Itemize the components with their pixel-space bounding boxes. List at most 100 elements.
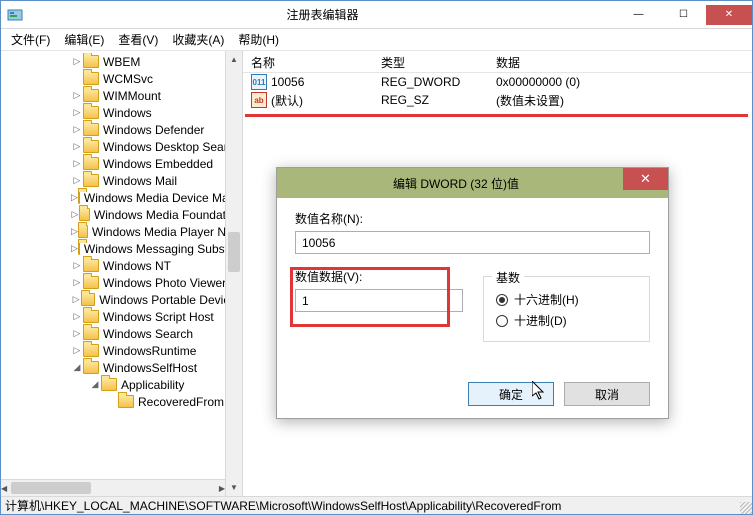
tree-label: Windows Defender [103, 123, 204, 137]
scroll-up-icon[interactable]: ▲ [226, 51, 242, 68]
folder-icon [83, 89, 99, 102]
tree-label: WindowsRuntime [103, 344, 196, 358]
tree-item[interactable]: ▷Windows Photo Viewer [1, 274, 242, 291]
expander-icon[interactable]: ◢ [89, 379, 101, 390]
radio-dec[interactable]: 十进制(D) [496, 312, 637, 329]
maximize-button[interactable]: ☐ [661, 5, 706, 25]
folder-icon [83, 327, 99, 340]
folder-icon [83, 259, 99, 272]
expander-icon[interactable]: ▷ [71, 107, 83, 118]
expander-icon[interactable]: ▷ [71, 209, 79, 220]
tree-item[interactable]: ▷Windows Media Foundation [1, 206, 242, 223]
value-data: (数值未设置) [488, 92, 752, 109]
expander-icon[interactable]: ▷ [71, 345, 83, 356]
expander-icon[interactable]: ▷ [71, 141, 83, 152]
expander-icon[interactable]: ▷ [71, 294, 81, 305]
tree-item[interactable]: ◢Applicability [1, 376, 242, 393]
folder-icon [78, 191, 80, 204]
folder-icon [83, 174, 99, 187]
value-data-input[interactable] [295, 289, 463, 312]
expander-icon[interactable]: ▷ [71, 226, 78, 237]
tree-item[interactable]: ◢WindowsSelfHost [1, 359, 242, 376]
expander-icon[interactable]: ▷ [71, 175, 83, 186]
folder-icon [118, 395, 134, 408]
expander-icon[interactable]: ▷ [71, 56, 83, 67]
tree-item[interactable]: ▷ Windows Defender [1, 121, 242, 138]
tree-label: Windows Desktop Search [103, 140, 240, 154]
base-groupbox: 基数 十六进制(H) 十进制(D) [483, 276, 650, 342]
radio-dec-icon[interactable] [496, 315, 508, 327]
value-type: REG_SZ [373, 93, 488, 107]
tree-item[interactable]: WCMSvc [1, 70, 242, 87]
registry-tree[interactable]: ▷WBEMWCMSvc▷WIMMount▷Windows▷Windows Def… [1, 51, 243, 496]
minimize-button[interactable]: — [616, 5, 661, 25]
tree-label: Windows Search [103, 327, 193, 341]
tree-item[interactable]: ▷Windows Embedded [1, 155, 242, 172]
col-data[interactable]: 数据 [488, 51, 752, 72]
expander-icon[interactable]: ▷ [71, 124, 83, 135]
tree-item[interactable]: ▷ Windows Script Host [1, 308, 242, 325]
expander-icon[interactable]: ▷ [71, 311, 83, 322]
menu-file[interactable]: 文件(F) [5, 29, 56, 50]
list-row[interactable]: 01110056REG_DWORD0x00000000 (0) [243, 73, 752, 91]
radio-hex[interactable]: 十六进制(H) [496, 291, 637, 308]
tree-item[interactable]: ▷ WIMMount [1, 87, 242, 104]
tree-item[interactable]: ▷Windows Mail [1, 172, 242, 189]
col-name[interactable]: 名称 [243, 51, 373, 72]
menu-edit[interactable]: 编辑(E) [58, 29, 110, 50]
expander-icon[interactable]: ▷ [71, 260, 83, 271]
value-name: (默认) [271, 92, 303, 109]
expander-icon[interactable]: ▷ [71, 277, 83, 288]
expander-icon[interactable]: ▷ [71, 158, 83, 169]
string-icon: ab [251, 92, 267, 108]
dialog-close-button[interactable]: ✕ [623, 168, 668, 190]
tree-item[interactable]: ▷Windows Media Device Manager [1, 189, 242, 206]
cancel-button[interactable]: 取消 [564, 382, 650, 406]
tree-item[interactable]: ▷ Windows Portable Devices [1, 291, 242, 308]
tree-label: WIMMount [103, 89, 161, 103]
tree-item[interactable]: RecoveredFrom [1, 393, 242, 410]
menu-favorites[interactable]: 收藏夹(A) [166, 29, 230, 50]
menu-view[interactable]: 查看(V) [112, 29, 164, 50]
scroll-thumb[interactable] [228, 232, 240, 272]
tree-item[interactable]: ▷Windows Media Player NSS [1, 223, 242, 240]
tree-item[interactable]: ▷Windows NT [1, 257, 242, 274]
scroll-right-icon[interactable]: ▶ [219, 480, 225, 496]
dialog-titlebar[interactable]: 编辑 DWORD (32 位)值 ✕ [277, 168, 668, 198]
expander-icon[interactable]: ▷ [71, 243, 78, 254]
tree-item[interactable]: ▷ WindowsRuntime [1, 342, 242, 359]
list-header[interactable]: 名称 类型 数据 [243, 51, 752, 73]
expander-icon[interactable]: ▷ [71, 90, 83, 101]
menu-help[interactable]: 帮助(H) [232, 29, 285, 50]
col-type[interactable]: 类型 [373, 51, 488, 72]
tree-hscrollbar[interactable]: ◀ ▶ [1, 479, 225, 496]
folder-icon [83, 55, 99, 68]
scroll-down-icon[interactable]: ▼ [226, 479, 242, 496]
tree-vscrollbar[interactable]: ▲ ▼ [225, 51, 242, 496]
resize-grip[interactable] [740, 502, 752, 514]
statusbar: 计算机\HKEY_LOCAL_MACHINE\SOFTWARE\Microsof… [1, 496, 752, 514]
tree-label: WBEM [103, 55, 140, 69]
tree-item[interactable]: ▷ Windows Desktop Search [1, 138, 242, 155]
tree-label: Windows Script Host [103, 310, 214, 324]
close-button[interactable]: ✕ [706, 5, 752, 25]
expander-icon[interactable]: ▷ [71, 328, 83, 339]
expander-icon[interactable]: ▷ [71, 192, 78, 203]
list-row[interactable]: ab(默认) REG_SZ(数值未设置) [243, 91, 752, 109]
expander-icon[interactable]: ◢ [71, 362, 83, 373]
tree-item[interactable]: ▷ Windows Search [1, 325, 242, 342]
dword-icon: 011 [251, 74, 267, 90]
value-name-input[interactable] [295, 231, 650, 254]
highlight-underline [245, 114, 748, 117]
titlebar[interactable]: 注册表编辑器 — ☐ ✕ [1, 1, 752, 29]
tree-item[interactable]: ▷Windows Messaging Subsystem [1, 240, 242, 257]
tree-label: Windows Portable Devices [99, 293, 242, 307]
folder-icon [83, 361, 99, 374]
tree-item[interactable]: ▷Windows [1, 104, 242, 121]
menubar: 文件(F) 编辑(E) 查看(V) 收藏夹(A) 帮助(H) [1, 29, 752, 51]
radio-hex-icon[interactable] [496, 294, 508, 306]
ok-button[interactable]: 确定 [468, 382, 554, 406]
tree-item[interactable]: ▷ WBEM [1, 53, 242, 70]
regedit-icon [7, 7, 23, 23]
hscroll-thumb[interactable] [11, 482, 91, 494]
